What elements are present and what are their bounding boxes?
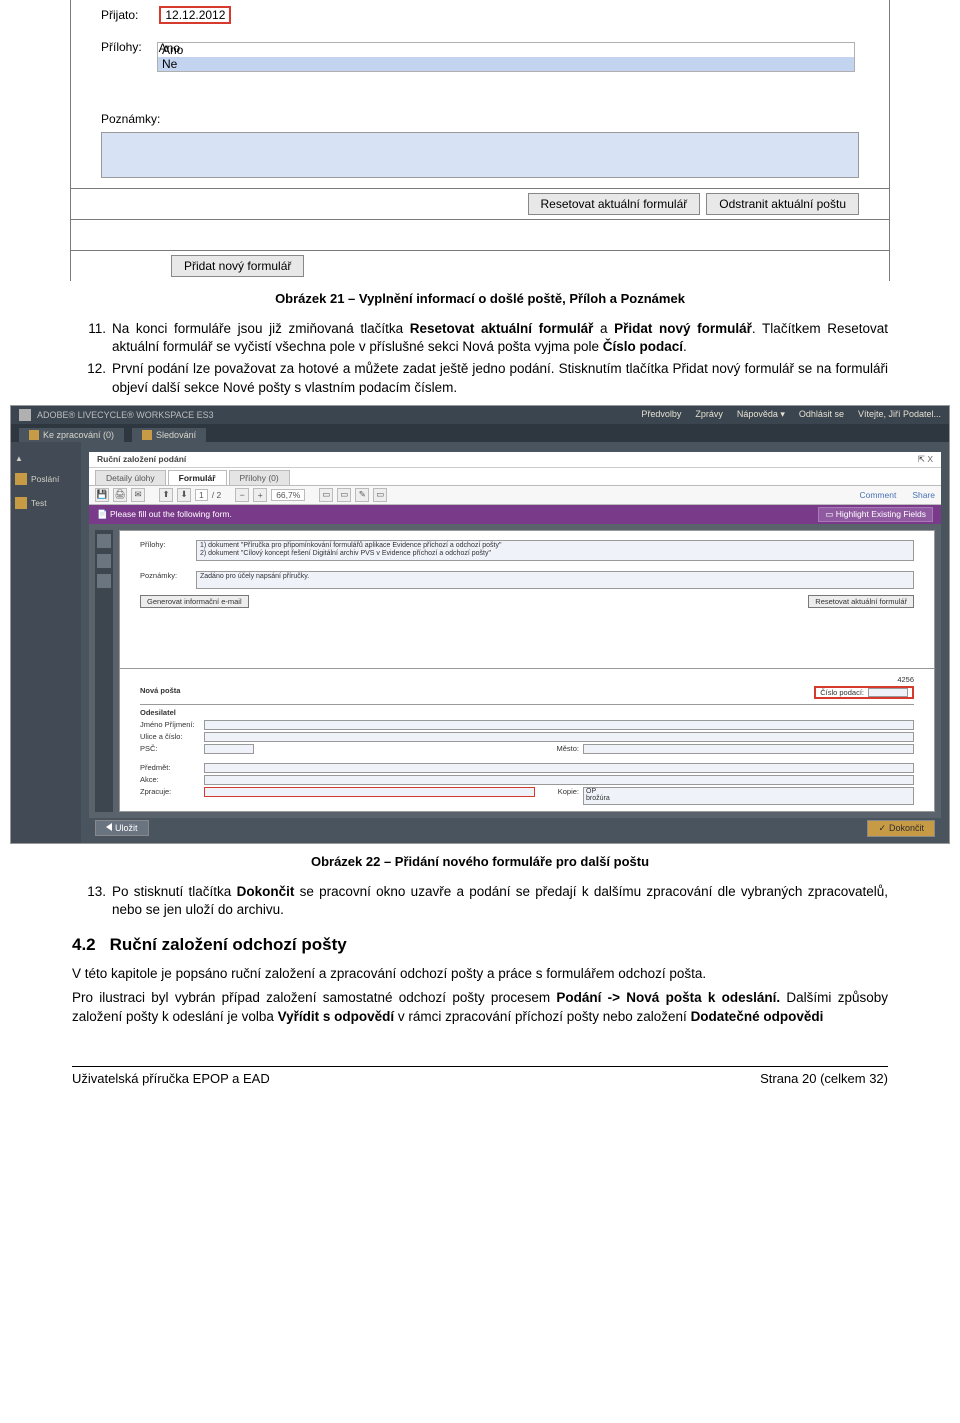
zoom-value[interactable]: 66,7%	[271, 489, 305, 501]
print-icon[interactable]: 🖨	[113, 488, 127, 502]
doctab-detaily[interactable]: Detaily úlohy	[95, 470, 166, 485]
pdf-toolbar: 💾 🖨 ✉ ⬆ ⬇ 1 / 2 − + 66,7% ▭ ▭ ✎ ▭	[89, 486, 941, 505]
doc-poznamky-label: Poznámky:	[140, 571, 192, 589]
pdf-side-panel	[95, 530, 113, 812]
prilohy-option-ne[interactable]: Ne	[158, 57, 854, 71]
nav-odhlasit[interactable]: Odhlásit se	[799, 409, 844, 420]
para-2: Pro ilustraci byl vybrán případ založení…	[72, 989, 888, 1025]
cube-icon	[142, 430, 152, 440]
page-up-icon[interactable]: ⬆	[159, 488, 173, 502]
pdf-page: Přílohy: 1) dokument "Příručka pro připo…	[119, 530, 935, 812]
nav-user: Vítejte, Jiří Podatel...	[858, 409, 941, 420]
livecycle-screenshot: ADOBE® LIVECYCLE® WORKSPACE ES3 Předvolb…	[10, 405, 950, 844]
footer-left: Uživatelská příručka EPOP a EAD	[72, 1071, 270, 1086]
mail-icon[interactable]: ✉	[131, 488, 145, 502]
prilohy-label: Přílohy:	[101, 40, 156, 54]
tool-icon[interactable]: ▭	[319, 488, 333, 502]
delete-post-button[interactable]: Odstranit aktuální poštu	[706, 193, 859, 215]
nova-posta-title: Nová pošta	[140, 686, 180, 699]
page-down-icon[interactable]: ⬇	[177, 488, 191, 502]
comment-link[interactable]: Comment	[859, 490, 896, 500]
para-1: V této kapitole je popsáno ruční založen…	[72, 965, 888, 983]
tab-ke-zpracovani[interactable]: Ke zpracování (0)	[19, 428, 124, 442]
ulozit-button[interactable]: Uložit	[95, 820, 149, 836]
list-item-13: 13. Po stisknutí tlačítka Dokončit se pr…	[72, 883, 888, 919]
nav-predvolby[interactable]: Předvolby	[641, 409, 681, 420]
section-4-2-heading: 4.2Ruční založení odchozí pošty	[72, 935, 888, 955]
tab-sledovani[interactable]: Sledování	[132, 428, 206, 442]
thumbnails-icon[interactable]	[97, 534, 111, 548]
zpracuje-field[interactable]	[204, 787, 535, 797]
ulice-field[interactable]	[204, 732, 914, 742]
figure-21-caption: Obrázek 21 – Vyplnění informací o došlé …	[72, 291, 888, 306]
doc-prilohy-field[interactable]: 1) dokument "Příručka pro připomínkování…	[196, 540, 914, 561]
list-item-12: 12. První podání lze považovat za hotové…	[72, 360, 888, 396]
cislo-podaci-field[interactable]	[868, 688, 908, 697]
add-form-button[interactable]: Přidat nový formulář	[171, 255, 304, 277]
close-icon[interactable]: X	[927, 454, 933, 464]
list-item-11: 11. Na konci formuláře jsou již zmiňovan…	[72, 320, 888, 356]
form-info-icon: 📄	[97, 509, 108, 519]
tool-icon[interactable]: ▭	[337, 488, 351, 502]
expand-icon[interactable]: ⇱	[918, 454, 925, 464]
cislo-podaci-highlighted: Číslo podací:	[814, 686, 914, 699]
doctab-formular[interactable]: Formulář	[168, 470, 227, 485]
highlight-fields-button[interactable]: ▭ Highlight Existing Fields	[818, 507, 933, 522]
form-screenshot-1: Přijato: 12.12.2012 Přílohy: Ano Ano Ne …	[70, 0, 890, 281]
footer-right: Strana 20 (celkem 32)	[760, 1071, 888, 1086]
doc-poznamky-field[interactable]: Zadáno pro účely napsání příručky.	[196, 571, 914, 589]
sidebar: ▲ Poslání Test	[11, 442, 81, 843]
sidebar-item-test[interactable]: Test	[15, 497, 77, 509]
sign-icon[interactable]: ✎	[355, 488, 369, 502]
adobe-logo-icon	[19, 409, 31, 421]
folder-icon	[15, 497, 27, 509]
cube-icon	[29, 430, 39, 440]
dokoncit-button[interactable]: ✓Dokončit	[867, 820, 935, 837]
attachments-icon[interactable]	[97, 554, 111, 568]
share-link[interactable]: Share	[912, 490, 935, 500]
zoom-out-icon[interactable]: −	[235, 488, 249, 502]
kopie-field[interactable]: OP brožúra	[583, 787, 914, 805]
psc-field[interactable]	[204, 744, 254, 754]
poznamky-textarea[interactable]	[101, 132, 859, 178]
reset-form-button[interactable]: Resetovat aktuální formulář	[528, 193, 701, 215]
prilohy-value: Ano	[159, 41, 180, 55]
mesto-field[interactable]	[583, 744, 914, 754]
akce-field[interactable]	[204, 775, 914, 785]
doctab-prilohy[interactable]: Přílohy (0)	[229, 470, 290, 485]
prijato-value-highlighted: 12.12.2012	[159, 6, 231, 24]
sidebar-item-poslani[interactable]: Poslání	[15, 473, 77, 485]
doc-footer-number: 4256	[140, 675, 914, 684]
poznamky-label: Poznámky:	[101, 112, 160, 126]
prijato-label: Přijato:	[101, 8, 156, 22]
nav-zpravy[interactable]: Zprávy	[695, 409, 723, 420]
doc-prilohy-label: Přílohy:	[140, 540, 192, 561]
odesilatel-heading: Odesilatel	[140, 708, 914, 717]
page-footer: Uživatelská příručka EPOP a EAD Strana 2…	[72, 1066, 888, 1086]
figure-22-caption: Obrázek 22 – Přidání nového formuláře pr…	[72, 854, 888, 869]
jmeno-field[interactable]	[204, 720, 914, 730]
gen-email-button[interactable]: Generovat informační e-mail	[140, 595, 249, 608]
infobar-msg: Please fill out the following form.	[110, 509, 232, 519]
product-title: ADOBE® LIVECYCLE® WORKSPACE ES3	[37, 410, 635, 420]
page-current[interactable]: 1	[195, 489, 208, 501]
page-total: / 2	[212, 490, 221, 500]
folder-icon	[15, 473, 27, 485]
save-icon[interactable]: 💾	[95, 488, 109, 502]
tool-icon[interactable]: ▭	[373, 488, 387, 502]
nav-napoveda[interactable]: Nápověda ▾	[737, 409, 785, 420]
predmet-field[interactable]	[204, 763, 914, 773]
reset-form-button-doc[interactable]: Resetovat aktuální formulář	[808, 595, 914, 608]
zoom-in-icon[interactable]: +	[253, 488, 267, 502]
bookmarks-icon[interactable]	[97, 574, 111, 588]
panel-title: Ruční založení podání	[97, 454, 186, 465]
